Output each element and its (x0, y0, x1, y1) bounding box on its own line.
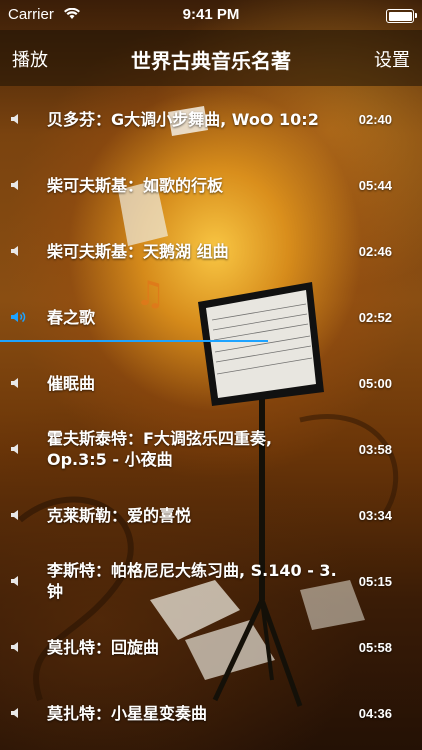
track-title: 莫扎特：回旋曲 (47, 637, 160, 657)
speaker-icon (11, 378, 18, 388)
speaker-icon (11, 180, 18, 190)
track-row[interactable]: 莫扎特：回旋曲 05:58 (0, 614, 422, 680)
track-row[interactable]: 催眠曲 05:00 (0, 350, 422, 416)
speaker-icon (11, 114, 18, 124)
track-duration: 02:46 (358, 243, 392, 259)
track-title: 莫扎特：小星星变奏曲 (47, 703, 208, 723)
track-title: 李斯特：帕格尼尼大练习曲, S.140 - 3. 钟 (47, 561, 337, 601)
playback-progress-bar[interactable] (0, 340, 268, 342)
speaker-icon (11, 444, 18, 454)
track-duration: 03:34 (358, 507, 392, 523)
settings-button[interactable]: 设置 (374, 46, 410, 72)
track-row[interactable]: 李斯特：帕格尼尼大练习曲, S.140 - 3. 钟 05:15 (0, 548, 422, 614)
track-duration: 05:00 (358, 375, 392, 391)
battery-icon (386, 9, 417, 23)
track-title: 贝多芬：G大调小步舞曲, WoO 10:2 (47, 109, 319, 129)
track-row[interactable]: 克莱斯勒：爱的喜悦 03:34 (0, 482, 422, 548)
track-duration: 03:58 (358, 441, 392, 457)
track-title: 柴可夫斯基：天鹅湖 组曲 (47, 241, 229, 261)
track-row[interactable]: 柴可夫斯基：天鹅湖 组曲 02:46 (0, 218, 422, 284)
track-title: 催眠曲 (47, 373, 96, 393)
speaker-icon (11, 246, 18, 256)
track-row[interactable]: 贝多芬：G大调小步舞曲, WoO 10:2 02:40 (0, 86, 422, 152)
nav-bar: 播放 世界古典音乐名著 设置 (0, 30, 422, 86)
track-title: 克莱斯勒：爱的喜悦 (47, 505, 192, 525)
track-duration: 05:58 (358, 639, 392, 655)
track-duration: 05:15 (358, 573, 392, 589)
track-row[interactable]: 莫扎特：小星星变奏曲 04:36 (0, 680, 422, 746)
track-duration: 04:36 (358, 705, 392, 721)
track-duration: 02:52 (358, 309, 392, 325)
page-title: 世界古典音乐名著 (131, 49, 291, 73)
track-duration: 02:40 (358, 111, 392, 127)
track-title: 霍夫斯泰特：F大调弦乐四重奏, Op.3:5 - 小夜曲 (47, 429, 273, 469)
speaker-icon (11, 576, 18, 586)
track-row[interactable]: 霍夫斯泰特：F大调弦乐四重奏, Op.3:5 - 小夜曲 03:58 (0, 416, 422, 482)
speaker-icon (11, 642, 18, 652)
track-row[interactable]: 柴可夫斯基：如歌的行板 05:44 (0, 152, 422, 218)
speaker-icon (11, 311, 26, 323)
clock: 9:41 PM (182, 6, 240, 23)
status-bar: Carrier 9:41 PM (0, 0, 422, 30)
speaker-icon (11, 510, 18, 520)
track-duration: 05:44 (358, 177, 392, 193)
track-title: 柴可夫斯基：如歌的行板 (47, 175, 224, 195)
speaker-icon (11, 708, 18, 718)
